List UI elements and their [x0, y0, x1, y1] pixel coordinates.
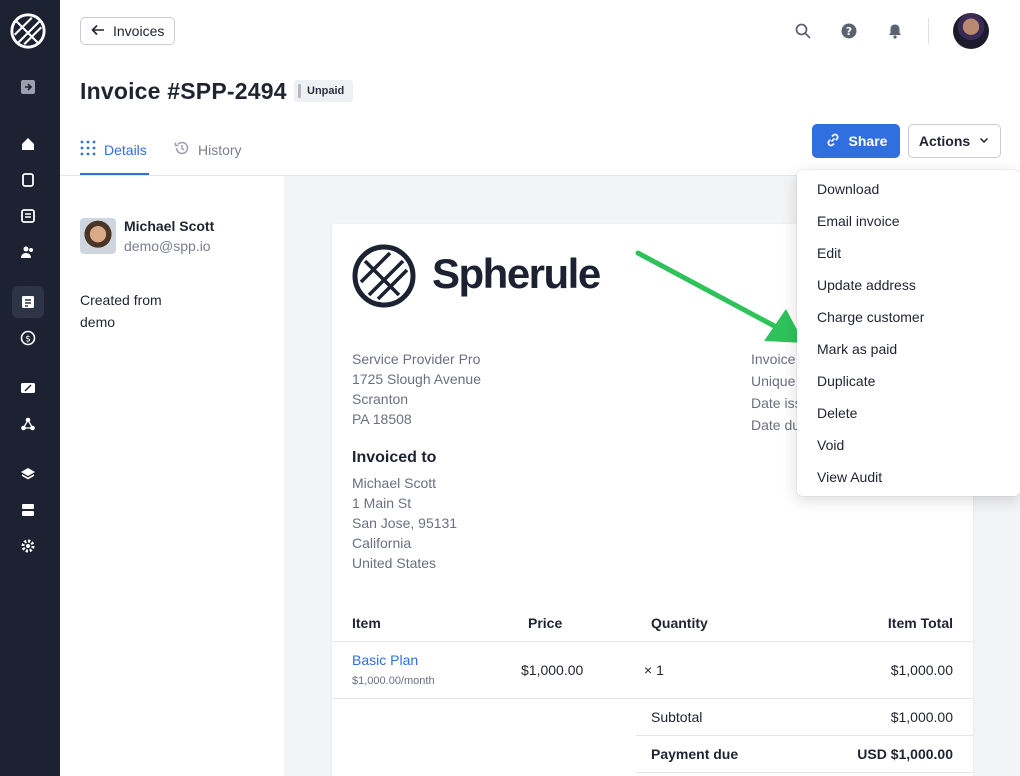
table-divider [636, 772, 973, 773]
notifications-bell-icon[interactable] [886, 22, 904, 40]
menu-item-update-address[interactable]: Update address [817, 277, 916, 293]
table-header-item: Item [352, 615, 381, 631]
history-clock-icon [174, 140, 190, 159]
to-line: Michael Scott [352, 475, 437, 491]
svg-text:?: ? [846, 25, 852, 38]
invoice-meta-label: Date iss [751, 395, 802, 411]
orders-icon[interactable] [18, 170, 38, 190]
menu-item-delete[interactable]: Delete [817, 405, 857, 421]
item-total: $1,000.00 [890, 662, 953, 678]
integrations-icon[interactable] [18, 414, 38, 434]
back-label: Invoices [113, 23, 165, 39]
table-header-quantity: Quantity [651, 615, 708, 631]
clients-icon[interactable] [18, 242, 38, 262]
customer-email: demo@spp.io [124, 238, 211, 254]
to-line: 1 Main St [352, 495, 412, 511]
actions-dropdown-button[interactable]: Actions [908, 124, 1001, 158]
brand-name: Spherule [432, 250, 601, 297]
customer-avatar [80, 218, 116, 254]
menu-item-duplicate[interactable]: Duplicate [817, 373, 875, 389]
coupons-icon[interactable] [18, 378, 38, 398]
billing-icon[interactable]: $ [18, 328, 38, 348]
menu-item-email-invoice[interactable]: Email invoice [817, 213, 899, 229]
created-from-value: demo [80, 314, 116, 330]
tab-history-label: History [198, 141, 242, 158]
svg-text:$: $ [25, 335, 31, 345]
page-title: Invoice #SPP-2494 [80, 78, 287, 104]
chevron-down-icon [978, 133, 990, 149]
subtotal-label: Subtotal [651, 709, 703, 725]
table-divider [636, 735, 973, 736]
tab-details-label: Details [104, 141, 147, 158]
table-header-item-total: Item Total [887, 615, 953, 631]
menu-item-mark-as-paid[interactable]: Mark as paid [817, 341, 897, 357]
created-from-label: Created from [80, 292, 162, 308]
share-button[interactable]: Share [812, 124, 900, 158]
table-divider [332, 641, 973, 642]
sidebar: $ [0, 0, 60, 776]
menu-item-charge-customer[interactable]: Charge customer [817, 309, 924, 325]
invoice-meta-label: Unique [751, 373, 796, 389]
collapse-sidebar-icon[interactable] [18, 77, 38, 97]
invoiced-to-heading: Invoiced to [352, 449, 437, 466]
to-line: California [352, 535, 412, 551]
invoices-icon[interactable] [18, 292, 38, 312]
home-icon[interactable] [18, 134, 38, 154]
table-divider [332, 698, 973, 699]
user-avatar[interactable] [953, 13, 989, 49]
spherule-logo-icon [352, 244, 416, 308]
actions-label: Actions [918, 133, 971, 149]
to-line: San Jose, 95131 [352, 515, 458, 531]
header-divider [928, 18, 929, 44]
from-line: PA 18508 [352, 411, 412, 427]
customer-name[interactable]: Michael Scott [124, 218, 214, 234]
link-icon [825, 132, 841, 151]
tab-history[interactable]: History [174, 140, 242, 159]
tab-details[interactable]: Details [80, 140, 147, 159]
menu-item-download[interactable]: Download [817, 181, 879, 197]
to-line: United States [352, 555, 437, 571]
settings-icon[interactable] [18, 536, 38, 556]
app-logo-icon[interactable] [9, 12, 47, 50]
payment-due-label: Payment due [651, 746, 739, 762]
table-header-price: Price [528, 615, 563, 631]
menu-item-void[interactable]: Void [817, 437, 844, 453]
subtotal-value: $1,000.00 [890, 709, 953, 725]
help-icon[interactable]: ? [840, 22, 858, 40]
item-quantity: × 1 [644, 662, 664, 678]
messages-icon[interactable] [18, 206, 38, 226]
from-line: Scranton [352, 391, 409, 407]
grid-dots-icon [80, 140, 96, 159]
from-line: Service Provider Pro [352, 351, 481, 367]
share-label: Share [848, 133, 888, 149]
layers-icon[interactable] [18, 464, 38, 484]
storage-icon[interactable] [18, 500, 38, 520]
item-price: $1,000.00 [521, 662, 584, 678]
back-to-invoices-button[interactable]: Invoices [80, 17, 175, 45]
arrow-left-icon [91, 23, 105, 40]
menu-item-view-audit[interactable]: View Audit [817, 469, 882, 485]
invoice-meta-label: Date du [751, 417, 801, 433]
from-line: 1725 Slough Avenue [352, 371, 481, 387]
item-price-interval: $1,000.00/month [352, 675, 435, 687]
search-icon[interactable] [794, 22, 812, 40]
customer-panel [60, 176, 284, 776]
annotation-arrow-icon [635, 250, 804, 343]
status-badge: Unpaid [294, 80, 354, 102]
item-name-link[interactable]: Basic Plan [352, 652, 418, 668]
payment-due-value: USD $1,000.00 [857, 746, 953, 762]
menu-item-edit[interactable]: Edit [817, 245, 841, 261]
